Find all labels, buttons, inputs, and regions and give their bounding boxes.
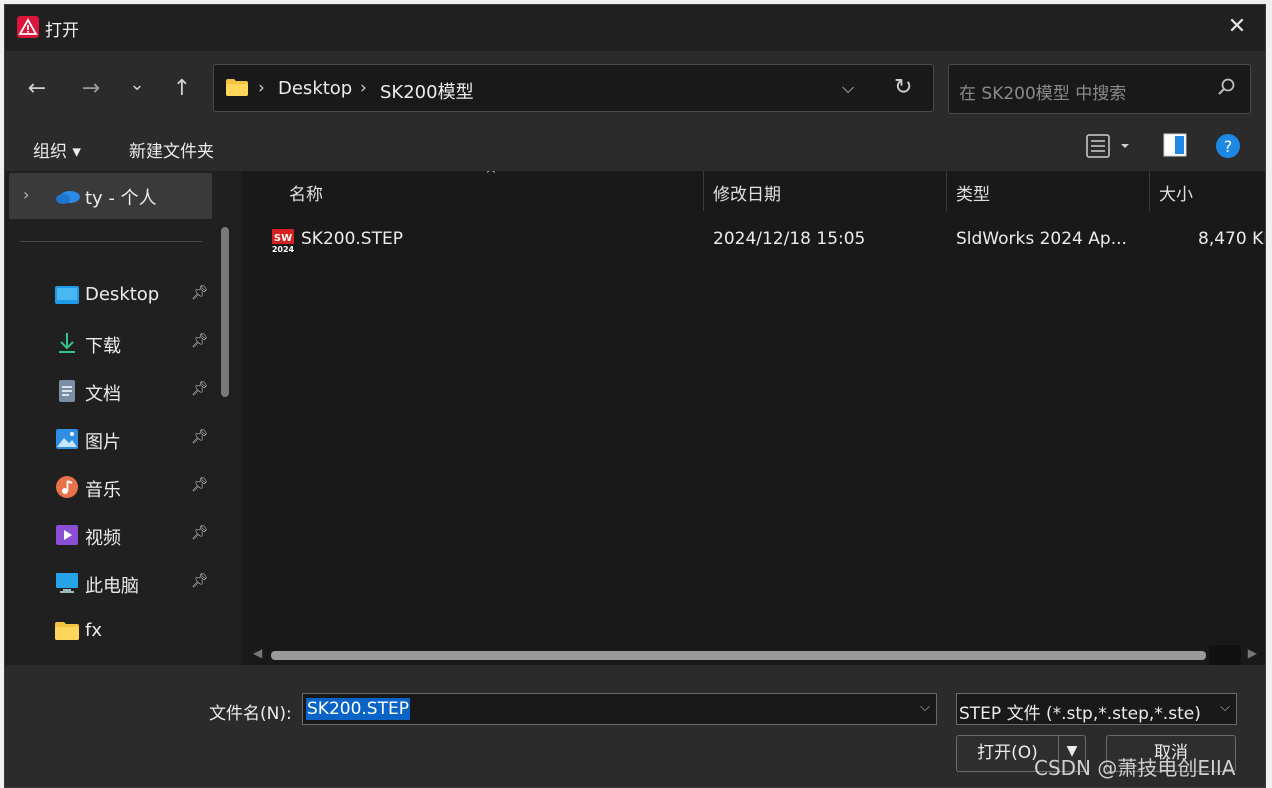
up-button[interactable]: ↑ <box>168 75 196 103</box>
pin-icon[interactable]: 📌︎ <box>191 525 209 541</box>
view-options-icon[interactable] <box>1085 133 1131 159</box>
sidebar-item-music[interactable]: 音乐 📌︎ <box>5 467 215 507</box>
scroll-left-icon[interactable]: ◀ <box>253 646 262 660</box>
sidebar-item-label: 图片 <box>85 432 121 453</box>
filename-value[interactable]: SK200.STEP <box>306 698 410 720</box>
search-box[interactable]: 在 SK200模型 中搜索 <box>948 64 1251 114</box>
svg-text:?: ? <box>1224 137 1233 156</box>
music-icon <box>56 476 78 498</box>
download-icon <box>59 333 75 353</box>
scrollbar-corner <box>1209 645 1241 665</box>
file-size: 8,470 KB <box>1198 229 1265 249</box>
pin-icon[interactable]: 📌︎ <box>191 429 209 445</box>
navigation-bar: ← → ⌄ ↑ › Desktop › SK200模型 ⌵ ↻ 在 SK200模… <box>5 51 1265 121</box>
sidebar-item-label: 文档 <box>85 384 121 405</box>
sidebar-item-label: 音乐 <box>85 480 121 501</box>
filename-label: 文件名(N): <box>209 704 292 724</box>
chevron-right-icon: › <box>258 78 265 98</box>
horizontal-scroll-thumb[interactable] <box>271 651 1206 660</box>
column-divider[interactable] <box>946 171 947 211</box>
video-icon <box>56 525 78 545</box>
onedrive-icon <box>56 191 80 204</box>
recent-locations-button[interactable]: ⌄ <box>123 71 151 99</box>
window-title: 打开 <box>45 21 79 41</box>
pin-icon[interactable]: 📌︎ <box>191 573 209 589</box>
chevron-down-icon[interactable]: ⌵ <box>920 700 930 715</box>
column-divider[interactable] <box>1149 171 1150 211</box>
svg-text:SW: SW <box>274 233 292 244</box>
folder-icon <box>55 622 79 640</box>
folder-icon <box>226 79 248 96</box>
search-icon <box>1218 78 1235 95</box>
sidebar-item-label: 此电脑 <box>85 576 139 597</box>
sidebar-item-label: ty - 个人 <box>85 188 157 209</box>
sidebar-item-this-pc[interactable]: 此电脑 📌︎ <box>5 563 215 603</box>
column-header-date[interactable]: 修改日期 <box>713 180 781 205</box>
breadcrumb-desktop[interactable]: Desktop <box>278 78 352 99</box>
desktop-icon <box>55 286 79 304</box>
file-type: SldWorks 2024 Ap... <box>956 229 1127 249</box>
document-icon <box>59 380 75 402</box>
filename-input[interactable]: SK200.STEP ⌵ <box>302 693 937 725</box>
scroll-right-icon[interactable]: ▶ <box>1248 646 1257 660</box>
pin-icon[interactable]: 📌︎ <box>191 477 209 493</box>
chevron-right-icon: › <box>360 78 367 98</box>
watermark: CSDN @萧技电创EIIA <box>1034 756 1236 780</box>
address-bar[interactable]: › Desktop › SK200模型 ⌵ ↻ <box>213 64 934 112</box>
sidebar-item-label: Desktop <box>85 284 160 305</box>
chevron-right-icon[interactable]: › <box>23 185 29 204</box>
picture-icon <box>56 429 78 449</box>
file-date: 2024/12/18 15:05 <box>713 229 866 249</box>
column-divider[interactable] <box>703 171 704 211</box>
command-toolbar: 组织 ▾ 新建文件夹 ? <box>5 121 1265 171</box>
sidebar-item-downloads[interactable]: 下载 📌︎ <box>5 323 215 363</box>
back-button[interactable]: ← <box>23 75 51 103</box>
app-warning-icon <box>17 16 39 38</box>
new-folder-button[interactable]: 新建文件夹 <box>129 137 214 162</box>
sidebar-divider <box>20 241 202 242</box>
solidworks-file-icon: SW 2024 <box>272 229 295 253</box>
organize-button[interactable]: 组织 ▾ <box>33 137 81 162</box>
chevron-down-icon[interactable]: ⌵ <box>1220 700 1230 715</box>
pin-icon[interactable]: 📌︎ <box>191 333 209 349</box>
sidebar-item-pictures[interactable]: 图片 📌︎ <box>5 419 215 459</box>
sidebar-scrollbar[interactable] <box>217 171 233 665</box>
sort-ascending-icon: ^ <box>485 171 497 183</box>
address-dropdown-icon[interactable]: ⌵ <box>842 78 854 98</box>
title-bar: 打开 ✕ <box>5 5 1265 51</box>
sidebar-item-label: 视频 <box>85 528 121 549</box>
sidebar-item-videos[interactable]: 视频 📌︎ <box>5 515 215 555</box>
filetype-select[interactable]: STEP 文件 (*.stp,*.step,*.ste) ⌵ <box>956 693 1237 725</box>
computer-icon <box>56 573 78 593</box>
pin-icon[interactable]: 📌︎ <box>191 381 209 397</box>
svg-text:2024: 2024 <box>272 245 295 253</box>
pin-icon[interactable]: 📌︎ <box>191 285 209 301</box>
open-file-dialog: 打开 ✕ ← → ⌄ ↑ › Desktop › SK200模型 ⌵ ↻ 在 S… <box>4 4 1266 788</box>
sidebar-item-desktop[interactable]: Desktop 📌︎ <box>5 275 215 315</box>
column-header-name[interactable]: 名称 <box>289 180 323 205</box>
sidebar-scroll-thumb[interactable] <box>221 227 229 397</box>
sidebar-item-documents[interactable]: 文档 📌︎ <box>5 371 215 411</box>
horizontal-scrollbar[interactable]: ◀ ▶ <box>243 645 1265 665</box>
sidebar-item-label: fx <box>85 620 102 641</box>
preview-pane-icon[interactable] <box>1163 133 1187 157</box>
file-list: ^ 名称 修改日期 类型 大小 SW 2024 SK200.STEP 2024/… <box>243 171 1265 645</box>
filetype-value: STEP 文件 (*.stp,*.step,*.ste) <box>959 704 1201 724</box>
sidebar-item-onedrive[interactable]: › ty - 个人 <box>9 173 212 219</box>
sidebar-item-label: 下载 <box>85 336 121 357</box>
breadcrumb-sk200[interactable]: SK200模型 <box>380 78 474 104</box>
column-header-size[interactable]: 大小 <box>1159 180 1193 205</box>
column-header-type[interactable]: 类型 <box>956 180 990 205</box>
refresh-icon[interactable]: ↻ <box>894 75 912 100</box>
navigation-pane: › ty - 个人 Desktop 📌︎ 下载 📌︎ 文档 📌︎ 图片 � <box>5 171 241 665</box>
close-button[interactable]: ✕ <box>1219 11 1255 43</box>
forward-button[interactable]: → <box>77 75 105 103</box>
file-name[interactable]: SK200.STEP <box>301 229 403 249</box>
help-icon[interactable]: ? <box>1215 133 1241 159</box>
search-input[interactable]: 在 SK200模型 中搜索 <box>959 79 1126 104</box>
sidebar-item-fx[interactable]: fx <box>5 611 215 651</box>
